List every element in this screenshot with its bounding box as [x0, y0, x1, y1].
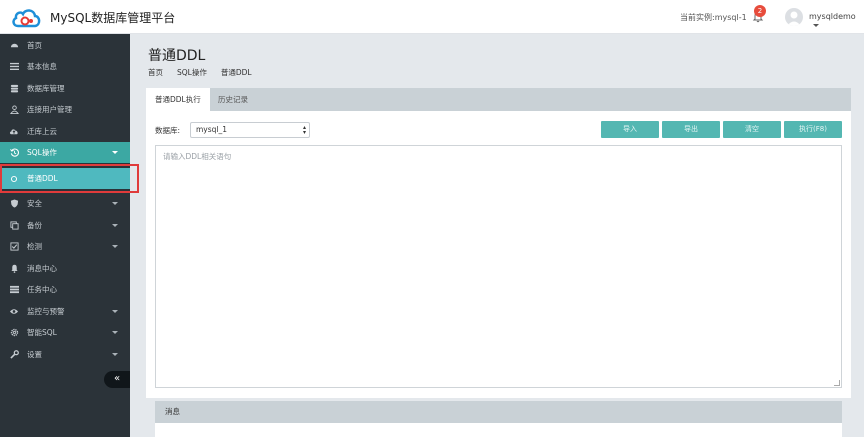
sidebar-item-label: 迁库上云 — [27, 127, 57, 136]
clear-button[interactable]: 清空 — [723, 121, 781, 138]
caret-down-icon — [112, 353, 118, 356]
dashboard-icon — [9, 41, 19, 51]
caret-down-icon — [112, 310, 118, 313]
sidebar-item-connection-users[interactable]: 连接用户管理 — [0, 99, 130, 120]
execute-button[interactable]: 执行(F8) — [784, 121, 842, 138]
eye-icon — [9, 307, 19, 317]
import-button[interactable]: 导入 — [601, 121, 659, 138]
current-instance[interactable]: 当前实例:mysql-1 — [680, 12, 747, 23]
export-button[interactable]: 导出 — [662, 121, 720, 138]
history-icon — [9, 148, 19, 158]
notification-badge: 2 — [754, 5, 766, 17]
sidebar-item-label: 监控与预警 — [27, 307, 65, 316]
caret-down-icon — [112, 202, 118, 205]
username: mysqldemo — [809, 12, 856, 21]
database-select-value: mysql_1 — [196, 125, 228, 134]
sidebar-item-settings[interactable]: 设置 — [0, 344, 130, 365]
tab-history[interactable]: 历史记录 — [209, 88, 257, 111]
app-title: MySQL数据库管理平台 — [50, 11, 176, 25]
caret-down-icon — [112, 151, 118, 154]
tab-bar: 普通DDL执行 历史记录 — [146, 88, 851, 111]
breadcrumb-sql-ops[interactable]: SQL操作 — [177, 67, 207, 78]
sidebar-item-label: 数据库管理 — [27, 84, 65, 93]
database-icon — [9, 84, 19, 94]
sidebar-item-label: 基本信息 — [27, 62, 57, 71]
select-arrows-icon: ▴ ▾ — [302, 124, 306, 136]
database-label: 数据库: — [155, 126, 181, 135]
user-icon — [9, 105, 19, 115]
bell-icon — [9, 264, 19, 274]
sidebar-item-label: 备份 — [27, 221, 42, 230]
sidebar-collapse-button[interactable]: « — [104, 371, 130, 388]
sidebar-item-monitoring[interactable]: 监控与预警 — [0, 301, 130, 322]
cloud-upload-icon — [9, 127, 19, 137]
caret-down-icon — [112, 224, 118, 227]
sidebar-item-basic-info[interactable]: 基本信息 — [0, 56, 130, 77]
wrench-icon — [9, 350, 19, 360]
sidebar-item-label: 连接用户管理 — [27, 105, 72, 114]
sidebar-item-database[interactable]: 数据库管理 — [0, 78, 130, 99]
message-panel-title: 消息 — [155, 401, 842, 423]
sidebar-item-label: 任务中心 — [27, 285, 57, 294]
check-square-icon — [9, 242, 19, 252]
user-menu[interactable]: mysqldemo — [809, 12, 864, 30]
top-header: MySQL数据库管理平台 当前实例:mysql-1 2 mysqldemo — [0, 0, 864, 34]
sidebar-item-security[interactable]: 安全 — [0, 193, 130, 214]
sidebar-item-home[interactable]: 首页 — [0, 35, 130, 56]
shield-icon — [9, 199, 19, 209]
sidebar-item-tasks[interactable]: 任务中心 — [0, 279, 130, 300]
sidebar-item-smart-sql[interactable]: 智能SQL — [0, 322, 130, 343]
sidebar-item-label: 首页 — [27, 41, 42, 50]
breadcrumb: 首页 SQL操作 普通DDL — [148, 67, 252, 78]
sidebar-item-sql-ops[interactable]: SQL操作 — [0, 142, 130, 163]
tasks-icon — [9, 285, 19, 295]
sidebar-item-label: 检测 — [27, 242, 42, 251]
resize-handle-icon[interactable] — [834, 380, 840, 386]
editor-placeholder: 请输入DDL相关语句 — [163, 152, 232, 161]
chevron-down-icon — [813, 24, 819, 27]
sidebar-item-inspection[interactable]: 检测 — [0, 236, 130, 257]
avatar[interactable] — [785, 8, 803, 26]
caret-down-icon — [112, 331, 118, 334]
sidebar-item-backup[interactable]: 备份 — [0, 215, 130, 236]
sidebar-item-messages[interactable]: 消息中心 — [0, 258, 130, 279]
copy-icon — [9, 221, 19, 231]
tab-ddl-execute[interactable]: 普通DDL执行 — [146, 88, 210, 111]
breadcrumb-current: 普通DDL — [220, 68, 252, 77]
selection-highlight — [0, 164, 139, 193]
cloud-logo-icon[interactable] — [10, 6, 42, 30]
list-icon — [9, 62, 19, 72]
breadcrumb-home[interactable]: 首页 — [148, 67, 163, 78]
database-select[interactable]: mysql_1 ▴ ▾ — [190, 122, 310, 138]
sidebar-item-label: 消息中心 — [27, 264, 57, 273]
ddl-editor[interactable]: 请输入DDL相关语句 — [155, 145, 842, 388]
sidebar-item-label: SQL操作 — [27, 148, 57, 157]
sidebar-item-label: 设置 — [27, 350, 42, 359]
page-title: 普通DDL — [148, 48, 206, 64]
gear-icon — [9, 328, 19, 338]
caret-down-icon — [112, 245, 118, 248]
sidebar-item-label: 智能SQL — [27, 328, 57, 337]
sidebar-item-label: 安全 — [27, 199, 42, 208]
sidebar-item-migrate-cloud[interactable]: 迁库上云 — [0, 121, 130, 142]
